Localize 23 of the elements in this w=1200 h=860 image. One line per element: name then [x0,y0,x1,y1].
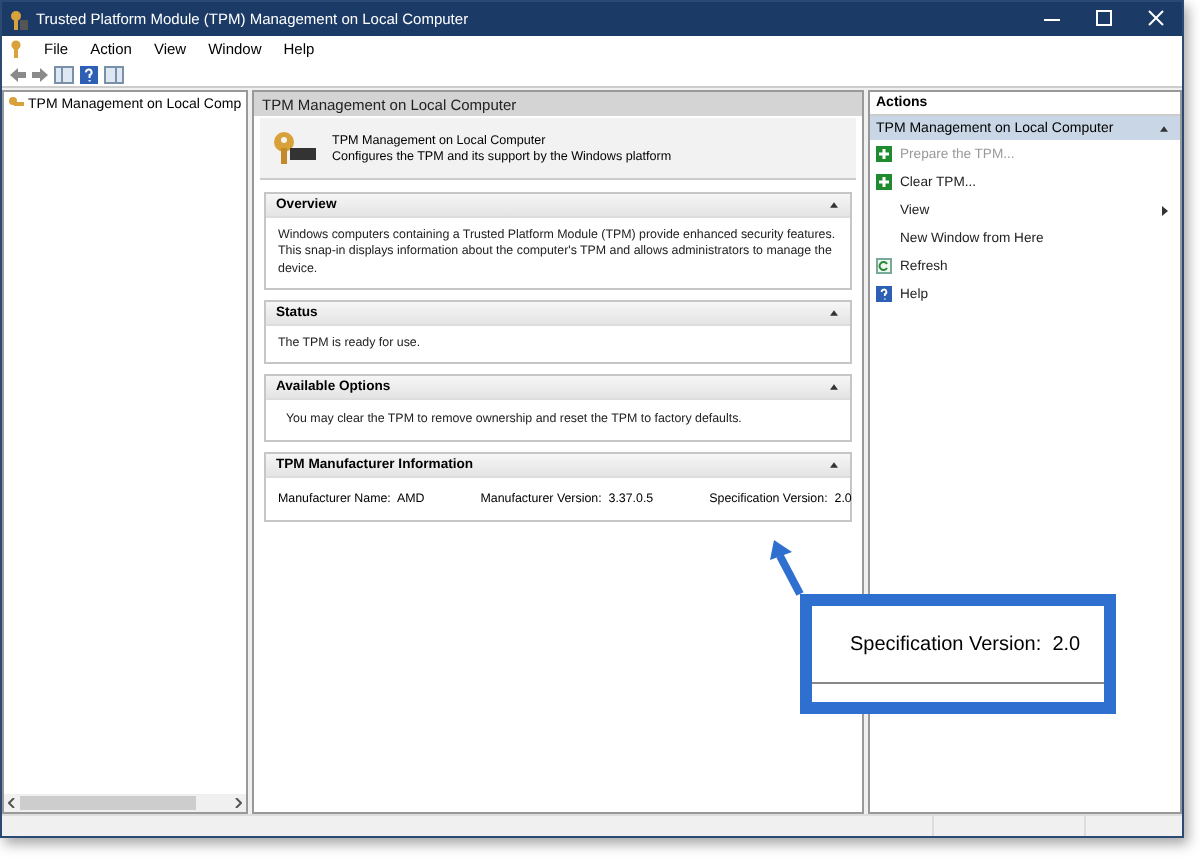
collapse-icon[interactable] [830,462,838,469]
refresh-icon [876,258,892,274]
key-chip-icon [272,130,316,166]
forward-arrow-icon[interactable] [32,67,48,81]
collapse-icon[interactable] [1160,125,1168,131]
key-icon [10,9,28,29]
help-icon [876,286,892,302]
submenu-arrow-icon [1162,205,1168,215]
scroll-right-icon[interactable] [234,798,242,808]
collapse-icon[interactable] [830,309,838,316]
callout-text: Specification Version: 2.0 [850,633,1081,655]
back-arrow-icon[interactable] [10,67,26,81]
scroll-left-icon[interactable] [8,798,16,808]
plus-icon [876,174,892,190]
tree-pane-icon[interactable] [54,65,74,83]
key-icon [10,40,24,58]
action-pane-icon[interactable] [104,65,124,83]
collapse-icon[interactable] [830,384,838,391]
horizontal-scrollbar[interactable] [4,794,246,812]
help-icon[interactable] [80,65,98,83]
plus-icon [876,146,892,162]
collapse-icon[interactable] [830,202,838,208]
key-icon [8,96,24,112]
